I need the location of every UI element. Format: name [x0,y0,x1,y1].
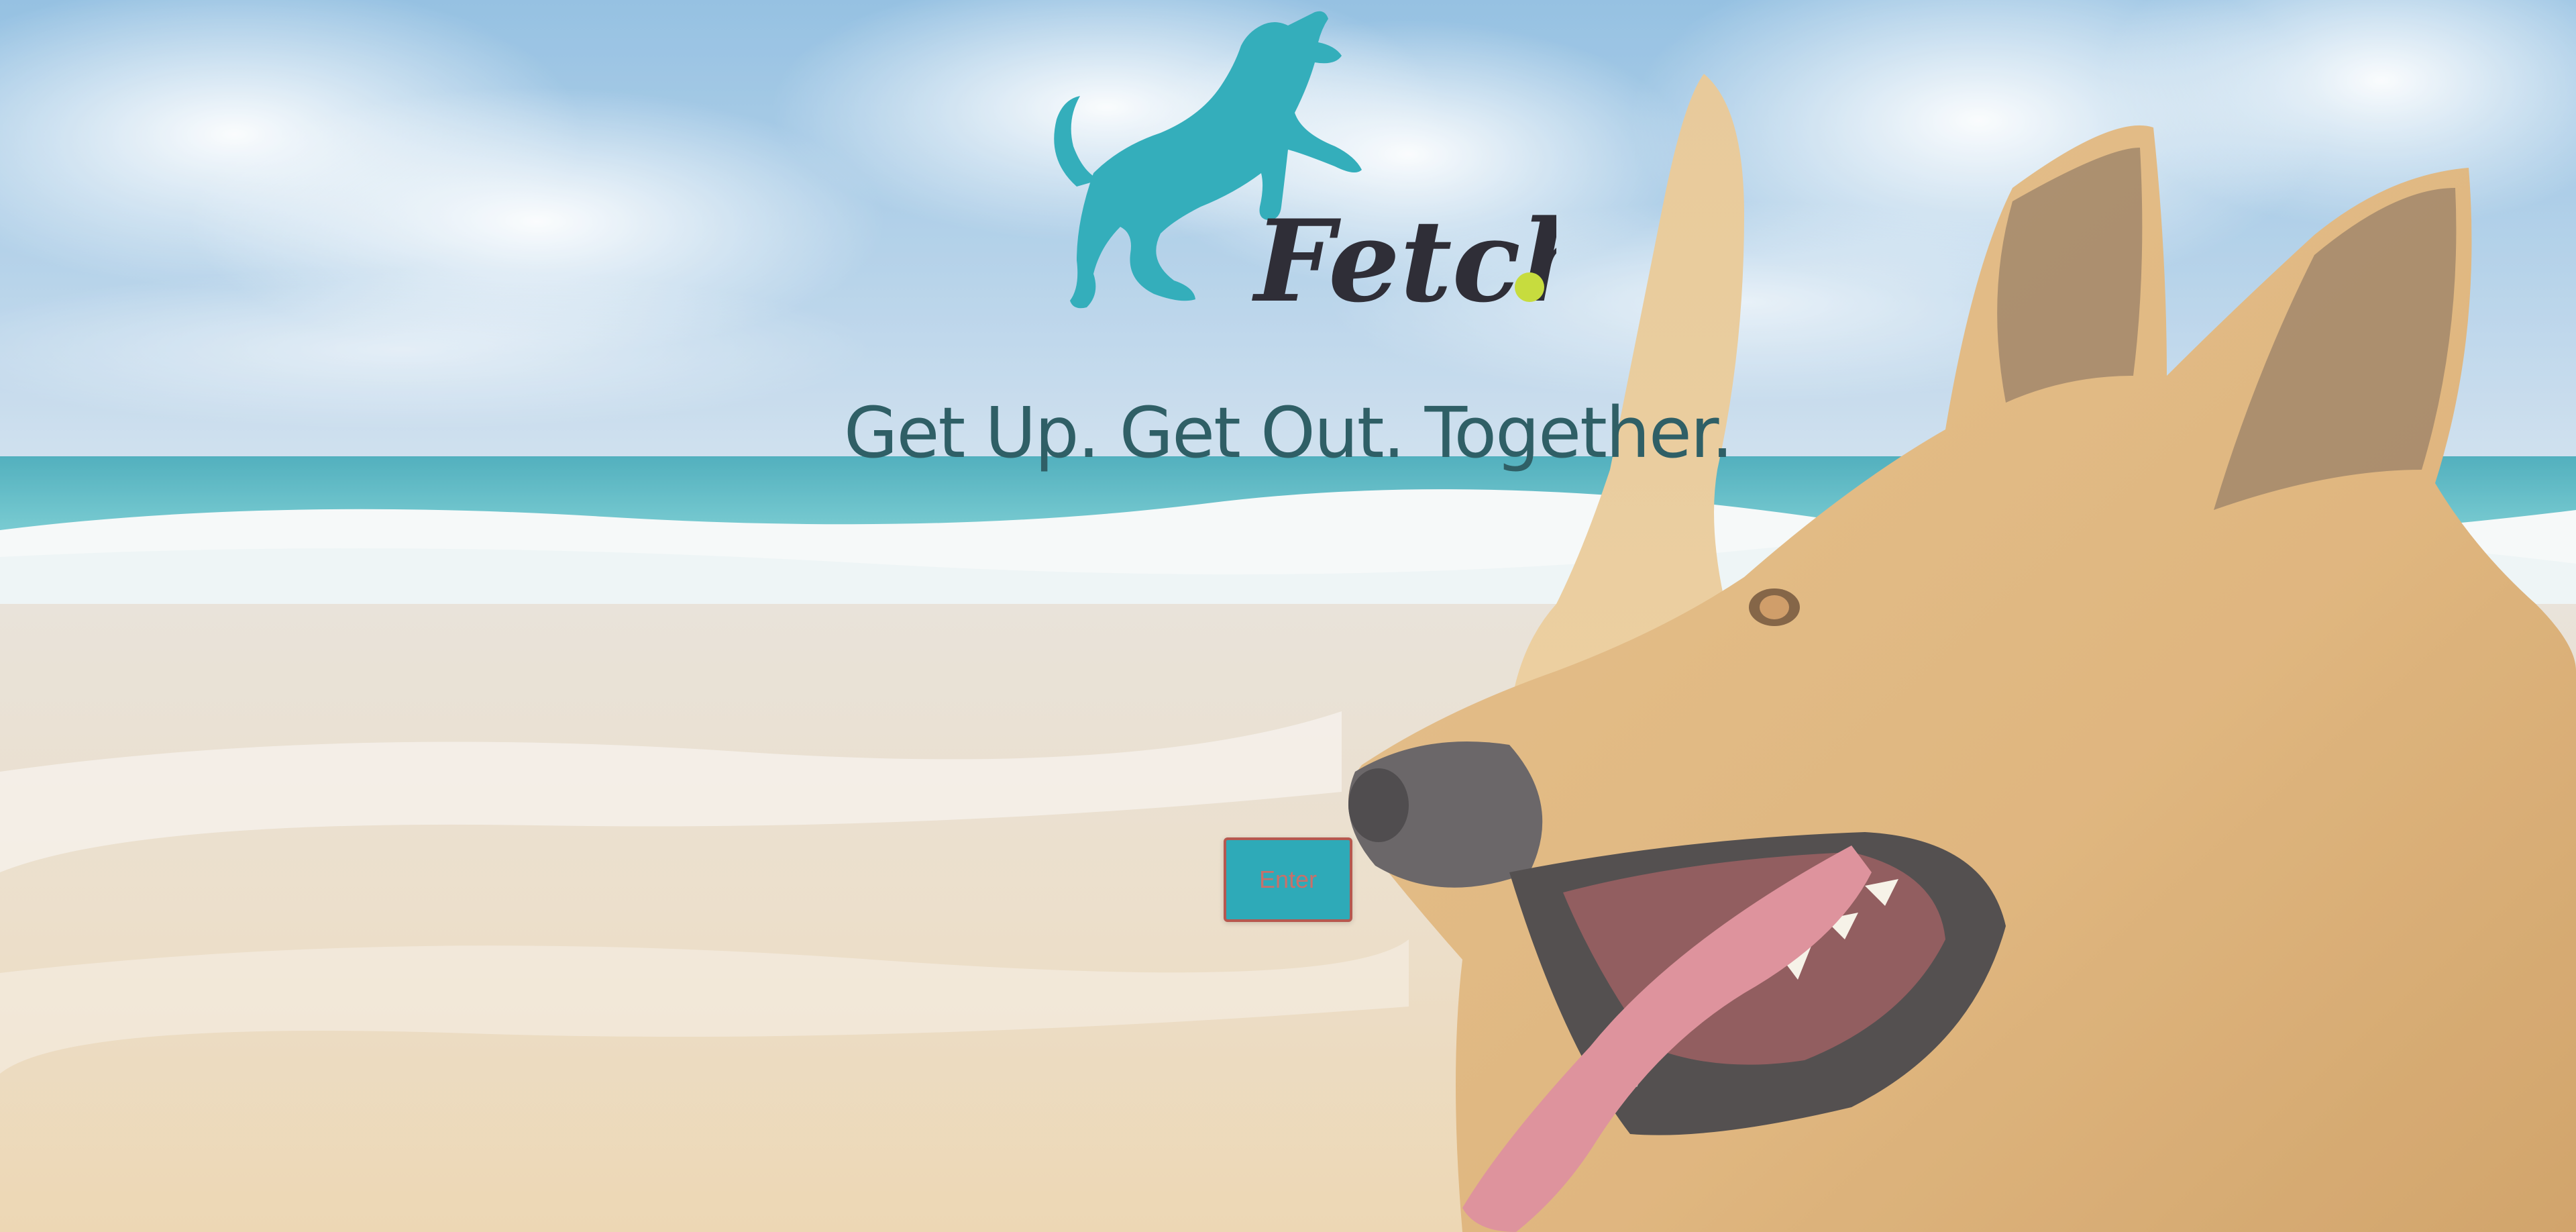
landing-page: Fetch Get Up. Get Out. Together. Enter [0,0,2576,1232]
tennis-ball-icon [1515,272,1544,302]
hero-tagline: Get Up. Get Out. Together. [843,392,1733,474]
enter-button[interactable]: Enter [1224,837,1352,922]
brand-name: Fetch [1252,195,1556,321]
fetch-logo: Fetch [1054,11,1556,321]
